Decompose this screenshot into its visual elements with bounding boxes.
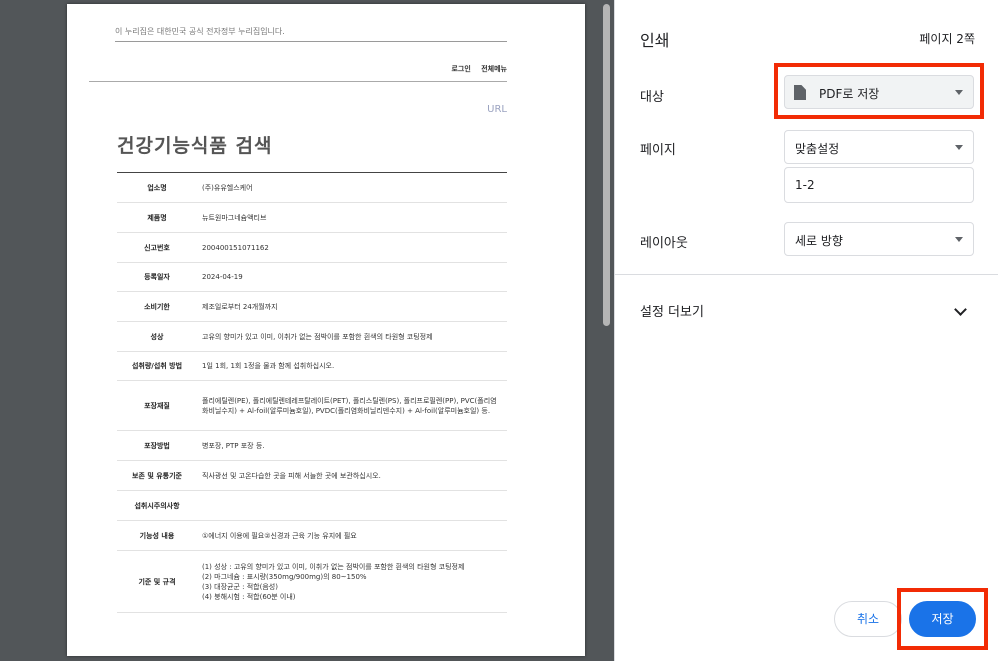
row-label: 기준 및 규격 [117, 550, 197, 613]
row-label: 섭취량/섭취 방법 [117, 351, 197, 381]
table-row: 기능성 내용 ①에너지 이용에 필요②신경과 근육 기능 유지에 필요 [117, 520, 507, 551]
row-value: 뉴트원마그네슘액티브 [197, 202, 507, 233]
pages-label: 페이지 [640, 143, 676, 158]
print-preview-area: 이 누리집은 대한민국 공식 전자정부 누리집입니다. 로그인 전체메뉴 URL… [0, 0, 614, 661]
destination-label: 대상 [640, 90, 664, 105]
more-settings-toggle[interactable]: 설정 더보기 [640, 301, 704, 320]
chevron-down-icon [955, 237, 963, 242]
row-value: 폴리에틸렌(PE), 폴리에틸렌테레프탈레이트(PET), 폴리스틸렌(PS),… [197, 380, 507, 431]
row-value: 1일 1회, 1회 1정을 물과 함께 섭취하십시오. [197, 351, 507, 381]
row-label: 보존 및 유통기준 [117, 460, 197, 491]
url-label: URL [487, 104, 507, 115]
row-value [197, 490, 507, 521]
row-label: 포장방법 [117, 430, 197, 461]
row-label: 등록일자 [117, 262, 197, 292]
row-label: 성상 [117, 321, 197, 352]
divider [89, 81, 507, 82]
row-value: 직사광선 및 고온다습한 곳을 피해 서늘한 곳에 보관하십시오. [197, 460, 507, 491]
chevron-down-icon [955, 145, 963, 150]
gov-banner: 이 누리집은 대한민국 공식 전자정부 누리집입니다. [115, 27, 285, 36]
document-title: 건강기능식품 검색 [117, 135, 273, 157]
table-row: 섭취량/섭취 방법 1일 1회, 1회 1정을 물과 함께 섭취하십시오. [117, 351, 507, 381]
layout-value: 세로 방향 [795, 234, 843, 248]
preview-page: 이 누리집은 대한민국 공식 전자정부 누리집입니다. 로그인 전체메뉴 URL… [67, 4, 585, 656]
cancel-button[interactable]: 취소 [834, 601, 902, 637]
row-label: 섭취시주의사항 [117, 490, 197, 521]
util-links: 로그인 전체메뉴 [443, 64, 507, 74]
row-value: ①에너지 이용에 필요②신경과 근육 기능 유지에 필요 [197, 520, 507, 551]
table-row: 등록일자 2024-04-19 [117, 262, 507, 292]
layout-label: 레이아웃 [640, 236, 688, 251]
pages-select[interactable]: 맞춤설정 [784, 130, 974, 164]
table-row: 보존 및 유통기준 직사광선 및 고온다습한 곳을 피해 서늘한 곳에 보관하십시… [117, 460, 507, 491]
row-value: 제조일로부터 24개월까지 [197, 291, 507, 322]
row-label: 제품명 [117, 202, 197, 233]
print-title: 인쇄 [640, 31, 670, 50]
row-value: 고유의 향미가 있고 이미, 이취가 없는 점박이를 포함한 흰색의 타원형 코… [197, 321, 507, 352]
row-label: 신고번호 [117, 232, 197, 263]
table-row: 제품명 뉴트원마그네슘액티브 [117, 202, 507, 233]
pages-value: 맞춤설정 [795, 142, 840, 156]
table-row: 포장방법 병포장, PTP 포장 등. [117, 430, 507, 461]
preview-scrollbar[interactable] [599, 0, 614, 661]
print-settings-panel: 인쇄 페이지 2쪽 대상 PDF로 저장 페이지 맞춤설정 1-2 레이아웃 세… [614, 0, 998, 661]
all-menu-link: 전체메뉴 [481, 65, 507, 73]
row-value: (주)유유헬스케어 [197, 172, 507, 203]
row-label: 업소명 [117, 172, 197, 203]
table-row: 업소명 (주)유유헬스케어 [117, 172, 507, 203]
divider [115, 41, 507, 42]
row-value: 200400151071162 [197, 232, 507, 263]
page-range-input[interactable]: 1-2 [784, 167, 974, 203]
row-value: 병포장, PTP 포장 등. [197, 430, 507, 461]
page-count: 페이지 2쪽 [919, 32, 975, 46]
product-info-table: 업소명 (주)유유헬스케어 제품명 뉴트원마그네슘액티브 신고번호 200400151… [117, 172, 507, 613]
divider [615, 274, 998, 275]
table-row: 기준 및 규격 (1) 성상 : 고유의 향미가 있고 이미, 이취가 없는 점박… [117, 550, 507, 613]
table-row: 성상 고유의 향미가 있고 이미, 이취가 없는 점박이를 포함한 흰색의 타원형… [117, 321, 507, 352]
table-row: 신고번호 200400151071162 [117, 232, 507, 263]
row-label: 기능성 내용 [117, 520, 197, 551]
table-row: 포장재질 폴리에틸렌(PE), 폴리에틸렌테레프탈레이트(PET), 폴리스틸렌(… [117, 380, 507, 431]
row-value: (1) 성상 : 고유의 향미가 있고 이미, 이취가 없는 점박이를 포함한 … [197, 550, 507, 613]
row-value: 2024-04-19 [197, 262, 507, 292]
login-link: 로그인 [451, 65, 471, 73]
scrollbar-thumb[interactable] [603, 4, 610, 326]
chevron-down-icon[interactable] [954, 303, 967, 316]
row-label: 포장재질 [117, 380, 197, 431]
table-row: 섭취시주의사항 [117, 490, 507, 521]
save-highlight-box [897, 588, 988, 650]
row-label: 소비기한 [117, 291, 197, 322]
table-row: 소비기한 제조일로부터 24개월까지 [117, 291, 507, 322]
destination-highlight-box [774, 63, 984, 119]
layout-select[interactable]: 세로 방향 [784, 222, 974, 256]
